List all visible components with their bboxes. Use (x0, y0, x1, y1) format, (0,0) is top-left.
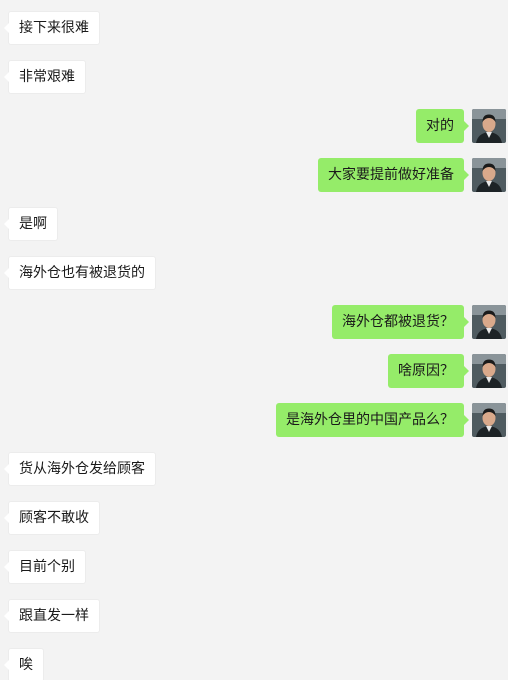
message-row: 是啊 (0, 207, 508, 241)
user-avatar[interactable] (472, 354, 506, 388)
message-row: 海外仓都被退货？ (0, 305, 508, 339)
incoming-message-bubble[interactable]: 唉 (4, 648, 44, 680)
message-row: 货从海外仓发给顾客 (0, 452, 508, 486)
message-row: 是海外仓里的中国产品么？ (0, 403, 508, 437)
incoming-message-bubble[interactable]: 顾客不敢收 (4, 501, 100, 535)
message-row: 跟直发一样 (0, 599, 508, 633)
incoming-message-bubble[interactable]: 跟直发一样 (4, 599, 100, 633)
user-avatar[interactable] (472, 109, 506, 143)
incoming-message-bubble[interactable]: 海外仓也有被退货的 (4, 256, 156, 290)
message-row: 唉 (0, 648, 508, 680)
user-avatar-image (472, 403, 506, 437)
user-avatar-image (472, 109, 506, 143)
outgoing-message-bubble[interactable]: 啥原因？ (388, 354, 469, 388)
message-row: 大家要提前做好准备 (0, 158, 508, 192)
incoming-message-bubble[interactable]: 货从海外仓发给顾客 (4, 452, 156, 486)
incoming-message-bubble[interactable]: 是啊 (4, 207, 58, 241)
message-row: 目前个别 (0, 550, 508, 584)
outgoing-message-bubble[interactable]: 海外仓都被退货？ (332, 305, 469, 339)
user-avatar-image (472, 305, 506, 339)
user-avatar-image (472, 158, 506, 192)
message-row: 顾客不敢收 (0, 501, 508, 535)
message-row: 啥原因？ (0, 354, 508, 388)
user-avatar[interactable] (472, 403, 506, 437)
outgoing-message-bubble[interactable]: 对的 (416, 109, 469, 143)
message-row: 对的 (0, 109, 508, 143)
user-avatar-image (472, 354, 506, 388)
outgoing-message-bubble[interactable]: 大家要提前做好准备 (318, 158, 469, 192)
message-row: 海外仓也有被退货的 (0, 256, 508, 290)
user-avatar[interactable] (472, 305, 506, 339)
message-row: 接下来很难 (0, 11, 508, 45)
incoming-message-bubble[interactable]: 非常艰难 (4, 60, 86, 94)
incoming-message-bubble[interactable]: 目前个别 (4, 550, 86, 584)
incoming-message-bubble[interactable]: 接下来很难 (4, 11, 100, 45)
outgoing-message-bubble[interactable]: 是海外仓里的中国产品么？ (276, 403, 469, 437)
chat-window: 接下来很难 非常艰难 对的 大家要提前做好准备 是啊 海外仓也有被退货的 海外仓… (0, 0, 508, 680)
user-avatar[interactable] (472, 158, 506, 192)
message-row: 非常艰难 (0, 60, 508, 94)
